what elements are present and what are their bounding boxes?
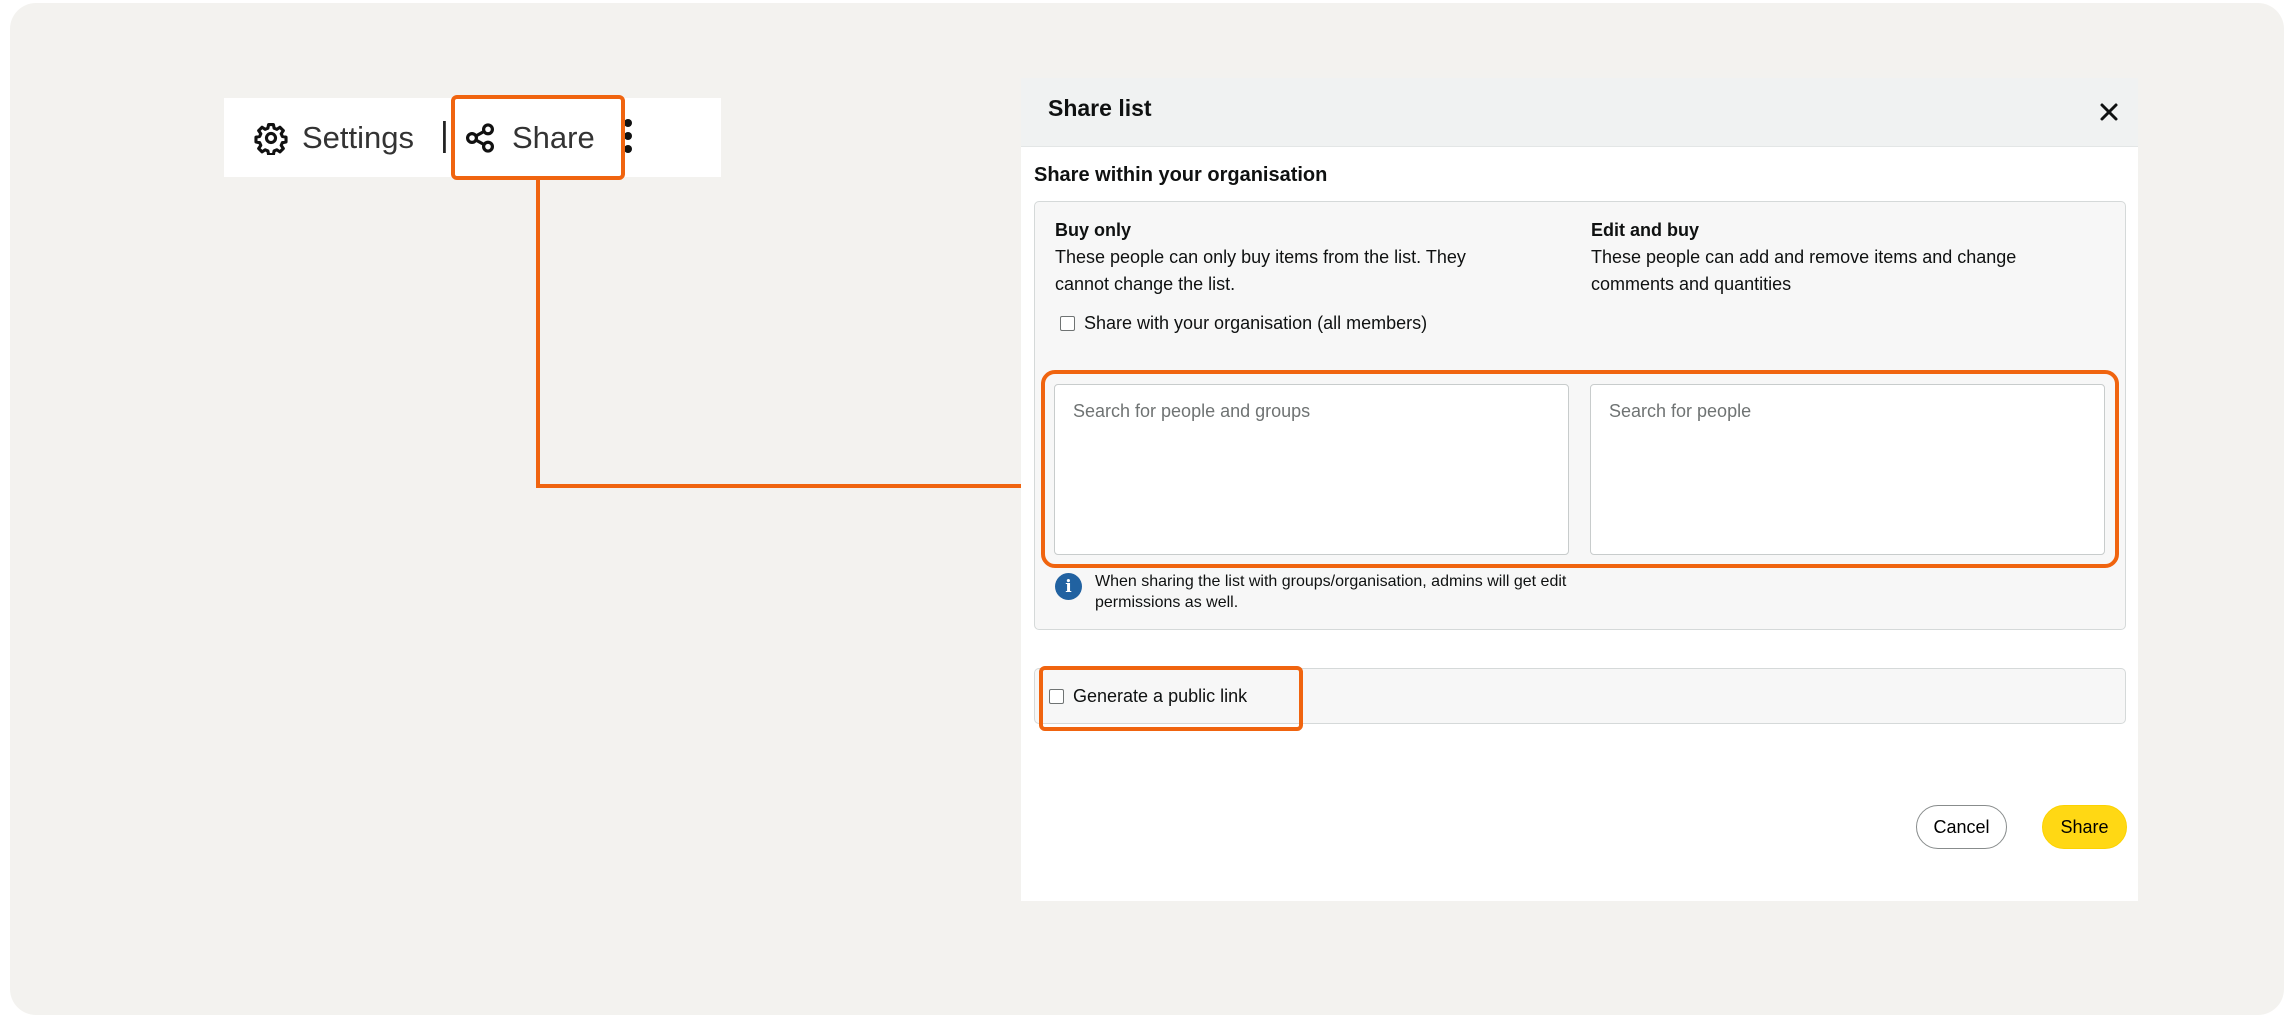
info-text: When sharing the list with groups/organi… — [1095, 573, 1567, 611]
dialog-title: Share list — [1048, 95, 1152, 121]
org-section-title: Share within your organisation — [1034, 164, 1328, 186]
share-with-org-checkbox[interactable] — [1060, 316, 1075, 331]
close-icon[interactable] — [2091, 94, 2127, 130]
edit-and-buy-title: Edit and buy — [1591, 220, 1699, 240]
buy-only-description: These people can only buy items from the… — [1055, 247, 1466, 294]
dialog-header: Share list — [1021, 78, 2138, 147]
share-with-org-option[interactable]: Share with your organisation (all member… — [1060, 313, 1427, 334]
share-with-org-label: Share with your organisation (all member… — [1084, 313, 1428, 333]
buy-only-title: Buy only — [1055, 220, 1132, 240]
edit-and-buy-description: These people can add and remove items an… — [1591, 247, 2017, 294]
share-submit-button[interactable]: Share — [2042, 805, 2127, 849]
public-link-highlight — [1039, 666, 1303, 731]
cancel-button[interactable]: Cancel — [1916, 805, 2007, 849]
share-button-highlight — [451, 95, 625, 180]
info-icon: i — [1055, 573, 1082, 600]
search-fields-highlight — [1041, 370, 2119, 568]
info-note: i When sharing the list with groups/orga… — [1055, 571, 1570, 613]
